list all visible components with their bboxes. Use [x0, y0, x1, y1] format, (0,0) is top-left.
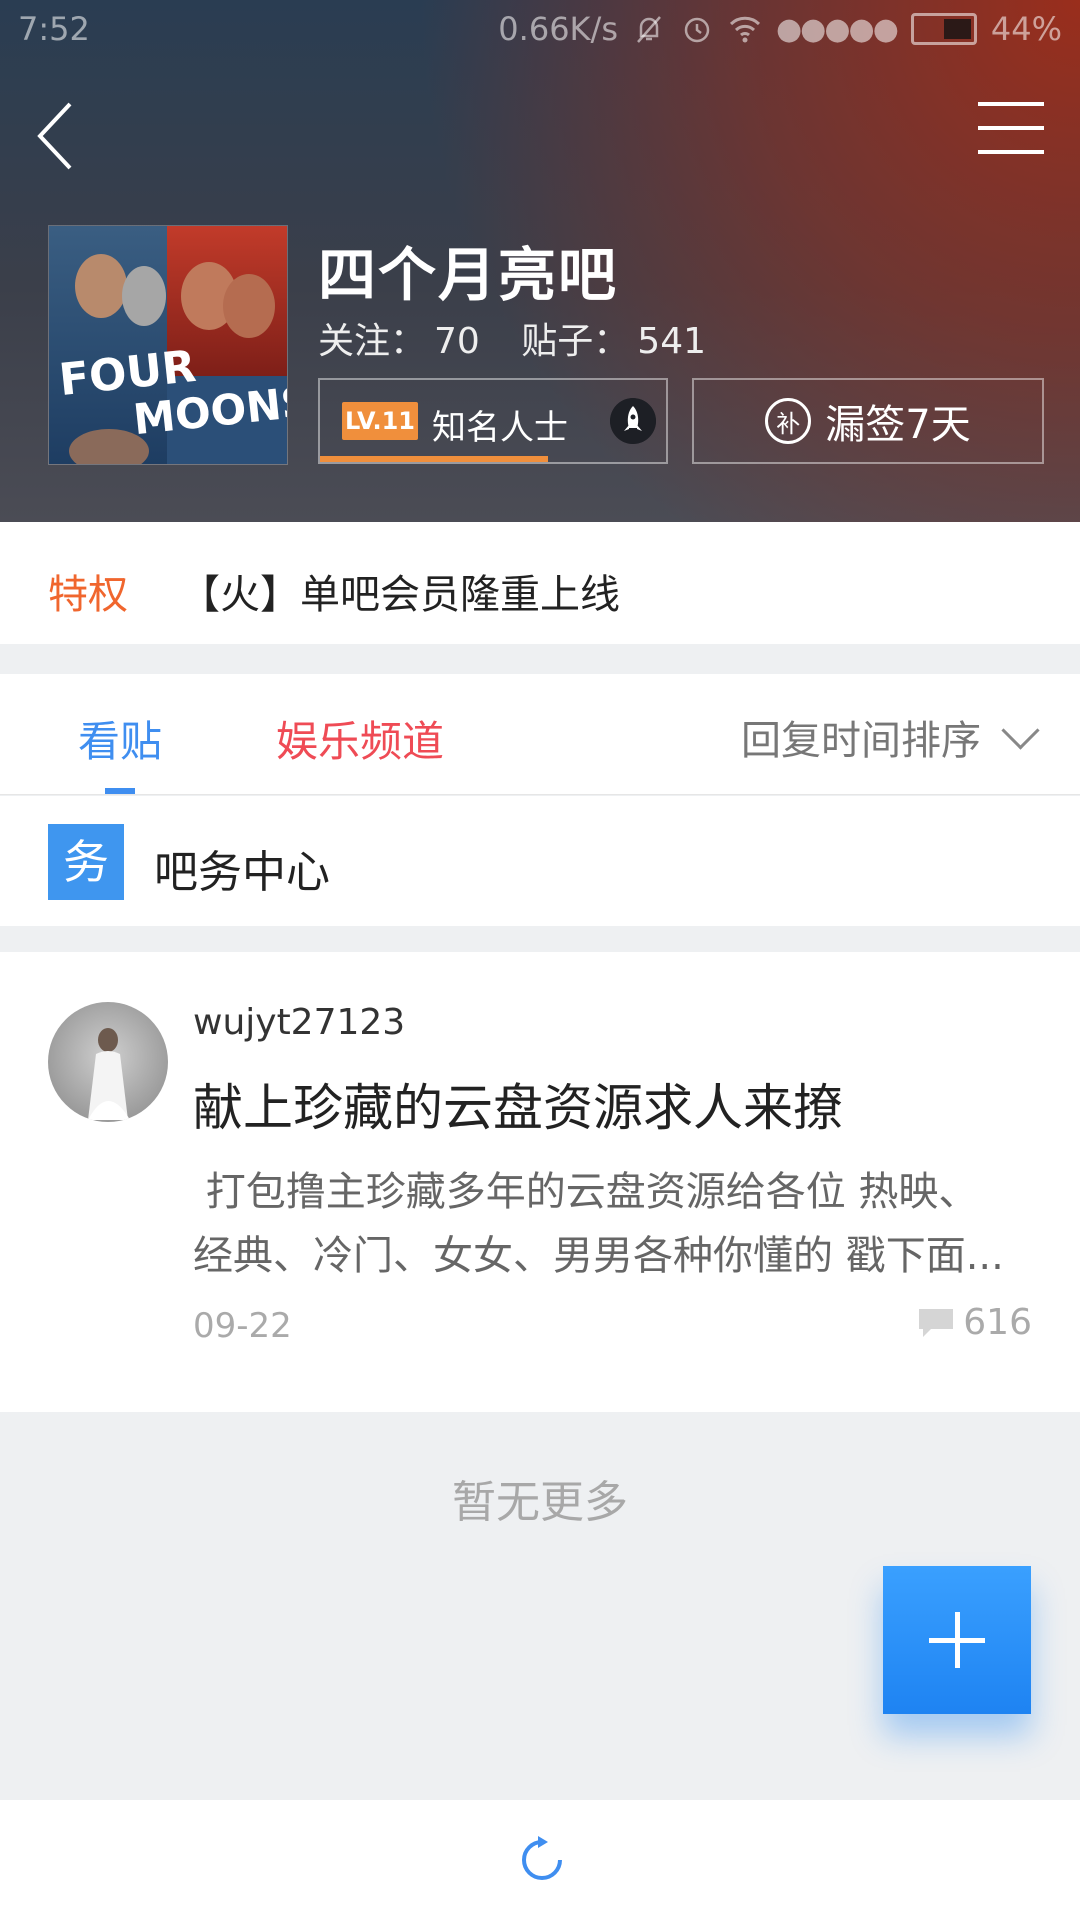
no-more-text: 暂无更多: [452, 1477, 628, 1528]
network-speed: 0.66K/s: [498, 10, 618, 48]
comment-icon: [919, 1308, 954, 1337]
forum-title: 四个月亮吧: [318, 241, 619, 309]
comment-count: 616: [963, 1302, 1032, 1343]
forum-cover-image: FOUR MOONS: [48, 225, 288, 465]
posts-count: 541: [637, 321, 707, 362]
service-label: 吧务中心: [154, 847, 330, 898]
forum-stats: 关注： 70 贴子： 541: [318, 312, 714, 364]
post-title[interactable]: 献上珍藏的云盘资源求人来撩: [193, 1068, 843, 1140]
follow-label: 关注：: [318, 321, 427, 362]
new-post-button[interactable]: [883, 1566, 1031, 1714]
menu-icon[interactable]: [978, 102, 1044, 162]
member-level-button[interactable]: LV.11 知名人士: [318, 378, 668, 464]
rocket-icon[interactable]: [610, 398, 656, 444]
active-tab-indicator: [105, 788, 135, 794]
post-item[interactable]: wujyt27123 献上珍藏的云盘资源求人来撩 打包撸主珍藏多年的云盘资源给各…: [0, 952, 1080, 1412]
post-excerpt-line-1: 打包撸主珍藏多年的云盘资源给各位 热映、: [193, 1169, 979, 1215]
sort-label: 回复时间排序: [741, 718, 981, 764]
tab-view-posts[interactable]: 看贴: [78, 708, 162, 769]
status-time: 7:52: [18, 10, 90, 48]
sort-dropdown[interactable]: 回复时间排序: [741, 708, 1040, 766]
privilege-banner[interactable]: 特权 【火】单吧会员隆重上线: [0, 522, 1080, 644]
battery-icon: [910, 13, 977, 45]
signal-dots: ●●●●●: [775, 11, 899, 47]
post-author[interactable]: wujyt27123: [193, 1002, 405, 1043]
sign-in-label: 漏签7天: [825, 402, 971, 448]
post-excerpt: 打包撸主珍藏多年的云盘资源给各位 热映、 经典、冷门、女女、男男各种你懂的 戳下…: [193, 1160, 1033, 1288]
makeup-sign-icon: 补: [765, 398, 812, 444]
service-icon: 务: [48, 824, 124, 900]
posts-label: 贴子：: [521, 321, 630, 362]
privilege-text: 【火】单吧会员隆重上线: [180, 572, 620, 618]
avatar[interactable]: [48, 1002, 168, 1122]
tab-entertainment-channel[interactable]: 娱乐频道: [276, 708, 444, 769]
follow-count: 70: [434, 321, 480, 362]
status-bar: 7:52 0.66K/s ●●●●● 44%: [0, 0, 1080, 60]
chevron-down-icon: [1001, 710, 1040, 750]
alarm-icon: [684, 17, 710, 43]
bottom-bar: [0, 1800, 1080, 1920]
sign-in-button[interactable]: 补 漏签7天: [692, 378, 1044, 464]
level-badge: LV.11: [342, 402, 418, 440]
level-progress-bar: [320, 456, 548, 462]
privilege-tag: 特权: [48, 572, 128, 618]
status-indicators: 0.66K/s ●●●●● 44%: [498, 10, 1062, 48]
mute-bell-icon: [637, 16, 661, 43]
post-date: 09-22: [193, 1306, 292, 1346]
post-comments: 616: [917, 1302, 1032, 1343]
wifi-icon: [729, 16, 761, 43]
forum-tabs: 看贴 娱乐频道 回复时间排序: [0, 674, 1080, 795]
forum-header: 7:52 0.66K/s ●●●●● 44% FOUR MOONS 四个月亮吧 …: [0, 0, 1080, 522]
refresh-icon[interactable]: [516, 1834, 568, 1886]
battery-percent: 44%: [990, 10, 1062, 48]
level-title: 知名人士: [432, 408, 568, 448]
post-excerpt-line-2: 经典、冷门、女女、男男各种你懂的 戳下面...: [193, 1233, 1004, 1279]
forum-service-center[interactable]: 务 吧务中心: [0, 796, 1080, 926]
back-arrow-icon[interactable]: [30, 96, 90, 176]
